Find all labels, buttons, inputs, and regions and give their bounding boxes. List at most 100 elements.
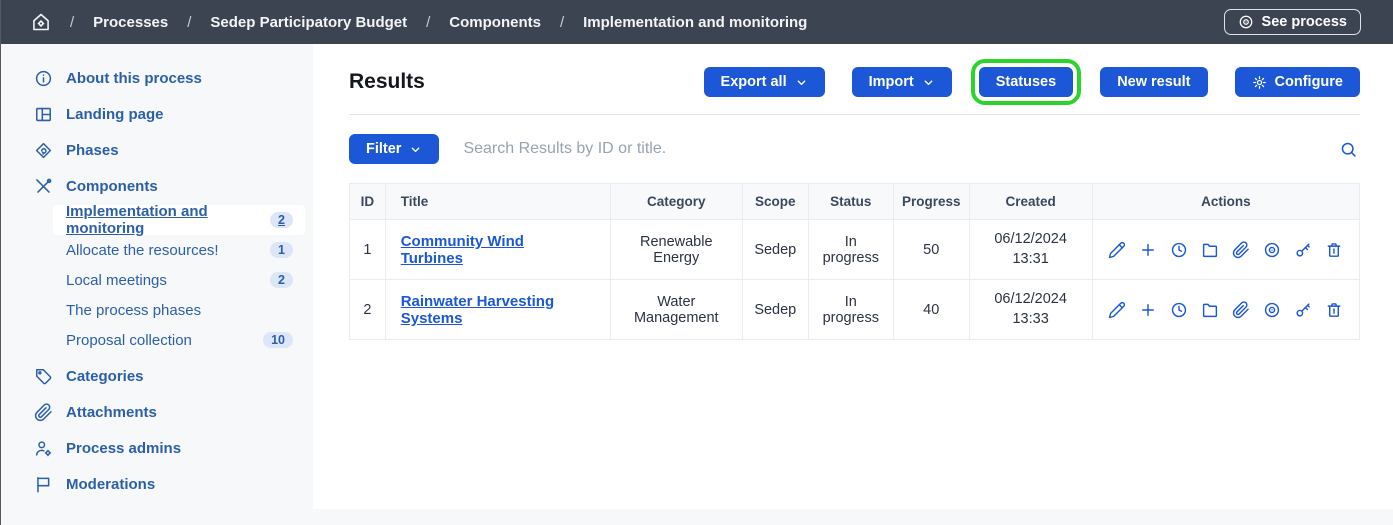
permissions-icon[interactable] [1294, 301, 1312, 319]
gear-icon [1252, 75, 1267, 90]
layout-icon [34, 105, 53, 124]
folder-icon[interactable] [1201, 241, 1219, 259]
table-row: 1 Community Wind Turbines Renewable Ener… [350, 220, 1360, 280]
sidebar-item-attachments[interactable]: Attachments [1, 394, 313, 430]
cell-created: 06/12/2024 13:31 [969, 220, 1092, 280]
breadcrumb-item-components[interactable]: Components [449, 14, 541, 31]
header-id: ID [350, 184, 386, 220]
cell-id: 2 [350, 280, 386, 340]
edit-icon[interactable] [1108, 301, 1126, 319]
edit-icon[interactable] [1108, 241, 1126, 259]
sidebar-subitem-allocate-the-resources[interactable]: Allocate the resources! 1 [53, 235, 305, 265]
search-icon [1339, 140, 1358, 159]
result-title-link[interactable]: Rainwater Harvesting Systems [401, 293, 554, 327]
cell-status: In progress [808, 220, 893, 280]
table-header-row: ID Title Category Scope Status Progress … [350, 184, 1360, 220]
header-category: Category [610, 184, 742, 220]
header-status: Status [808, 184, 893, 220]
count-badge: 2 [270, 212, 293, 228]
cell-category: Water Management [610, 280, 742, 340]
delete-icon[interactable] [1325, 301, 1343, 319]
see-process-button[interactable]: See process [1224, 9, 1361, 35]
breadcrumb-item-current[interactable]: Implementation and monitoring [583, 14, 807, 31]
admin-home-icon[interactable] [31, 12, 51, 32]
actions-cell [1101, 241, 1351, 259]
results-table: ID Title Category Scope Status Progress … [349, 183, 1360, 340]
chevron-down-icon [795, 76, 808, 89]
cell-progress: 40 [893, 280, 969, 340]
history-icon[interactable] [1170, 241, 1188, 259]
toolbar: Export all Import Statuses New result Co… [704, 67, 1360, 97]
header-actions: Actions [1092, 184, 1359, 220]
phases-icon [34, 141, 53, 160]
cell-scope: Sedep [742, 280, 808, 340]
new-result-button[interactable]: New result [1100, 67, 1207, 97]
sidebar-subitem-the-process-phases[interactable]: The process phases [53, 295, 305, 325]
cell-created: 06/12/2024 13:33 [969, 280, 1092, 340]
attachments-icon[interactable] [1232, 301, 1250, 319]
sidebar-subitem-local-meetings[interactable]: Local meetings 2 [53, 265, 305, 295]
header-progress: Progress [893, 184, 969, 220]
cell-progress: 50 [893, 220, 969, 280]
header-created: Created [969, 184, 1092, 220]
statuses-button[interactable]: Statuses [979, 67, 1073, 97]
sidebar-item-landing-page[interactable]: Landing page [1, 96, 313, 132]
user-gear-icon [34, 439, 53, 458]
sidebar: About this process Landing page Phases C… [1, 44, 313, 525]
chevron-down-icon [409, 143, 422, 156]
sidebar-item-phases[interactable]: Phases [1, 132, 313, 168]
search-button[interactable] [1337, 138, 1360, 161]
breadcrumb-separator: / [187, 14, 191, 31]
breadcrumb: / Processes / Sedep Participatory Budget… [31, 12, 807, 32]
sidebar-item-categories[interactable]: Categories [1, 358, 313, 394]
tools-icon [34, 177, 53, 196]
attachments-icon[interactable] [1232, 241, 1250, 259]
sidebar-subitem-implementation-and-monitoring[interactable]: Implementation and monitoring 2 [53, 205, 305, 235]
count-badge: 10 [263, 332, 293, 348]
folder-icon[interactable] [1201, 301, 1219, 319]
preview-icon[interactable] [1263, 301, 1281, 319]
sidebar-item-moderations[interactable]: Moderations [1, 466, 313, 502]
paperclip-icon [34, 403, 53, 422]
info-icon [34, 69, 53, 88]
breadcrumb-separator: / [560, 14, 564, 31]
header-divider [349, 114, 1360, 115]
export-all-button[interactable]: Export all [704, 67, 825, 97]
add-icon[interactable] [1139, 301, 1157, 319]
breadcrumb-item-processes[interactable]: Processes [93, 14, 168, 31]
chevron-down-icon [922, 76, 935, 89]
table-row: 2 Rainwater Harvesting Systems Water Man… [350, 280, 1360, 340]
breadcrumb-bar: / Processes / Sedep Participatory Budget… [1, 0, 1393, 44]
breadcrumb-separator: / [426, 14, 430, 31]
result-title-link[interactable]: Community Wind Turbines [401, 233, 524, 267]
tag-icon [34, 367, 53, 386]
preview-icon[interactable] [1263, 241, 1281, 259]
import-button[interactable]: Import [852, 67, 952, 97]
header-title: Title [385, 184, 610, 220]
filter-button[interactable]: Filter [349, 134, 439, 164]
cell-scope: Sedep [742, 220, 808, 280]
header-scope: Scope [742, 184, 808, 220]
sidebar-item-process-admins[interactable]: Process admins [1, 430, 313, 466]
cell-status: In progress [808, 280, 893, 340]
flag-icon [34, 475, 53, 494]
components-sub-list: Implementation and monitoring 2 Allocate… [53, 205, 305, 355]
permissions-icon[interactable] [1294, 241, 1312, 259]
sidebar-subitem-proposal-collection[interactable]: Proposal collection 10 [53, 325, 305, 355]
cell-category: Renewable Energy [610, 220, 742, 280]
breadcrumb-item-process[interactable]: Sedep Participatory Budget [210, 14, 407, 31]
page-title: Results [349, 70, 425, 94]
search-input[interactable] [463, 140, 1313, 158]
sidebar-item-about[interactable]: About this process [1, 60, 313, 96]
add-icon[interactable] [1139, 241, 1157, 259]
cell-id: 1 [350, 220, 386, 280]
delete-icon[interactable] [1325, 241, 1343, 259]
count-badge: 1 [270, 242, 293, 258]
configure-button[interactable]: Configure [1235, 67, 1360, 97]
eye-icon [1238, 14, 1254, 30]
count-badge: 2 [270, 272, 293, 288]
main-content: Results Export all Import Statuses New r… [313, 44, 1393, 509]
breadcrumb-separator: / [70, 14, 74, 31]
history-icon[interactable] [1170, 301, 1188, 319]
sidebar-item-components[interactable]: Components [1, 168, 313, 204]
